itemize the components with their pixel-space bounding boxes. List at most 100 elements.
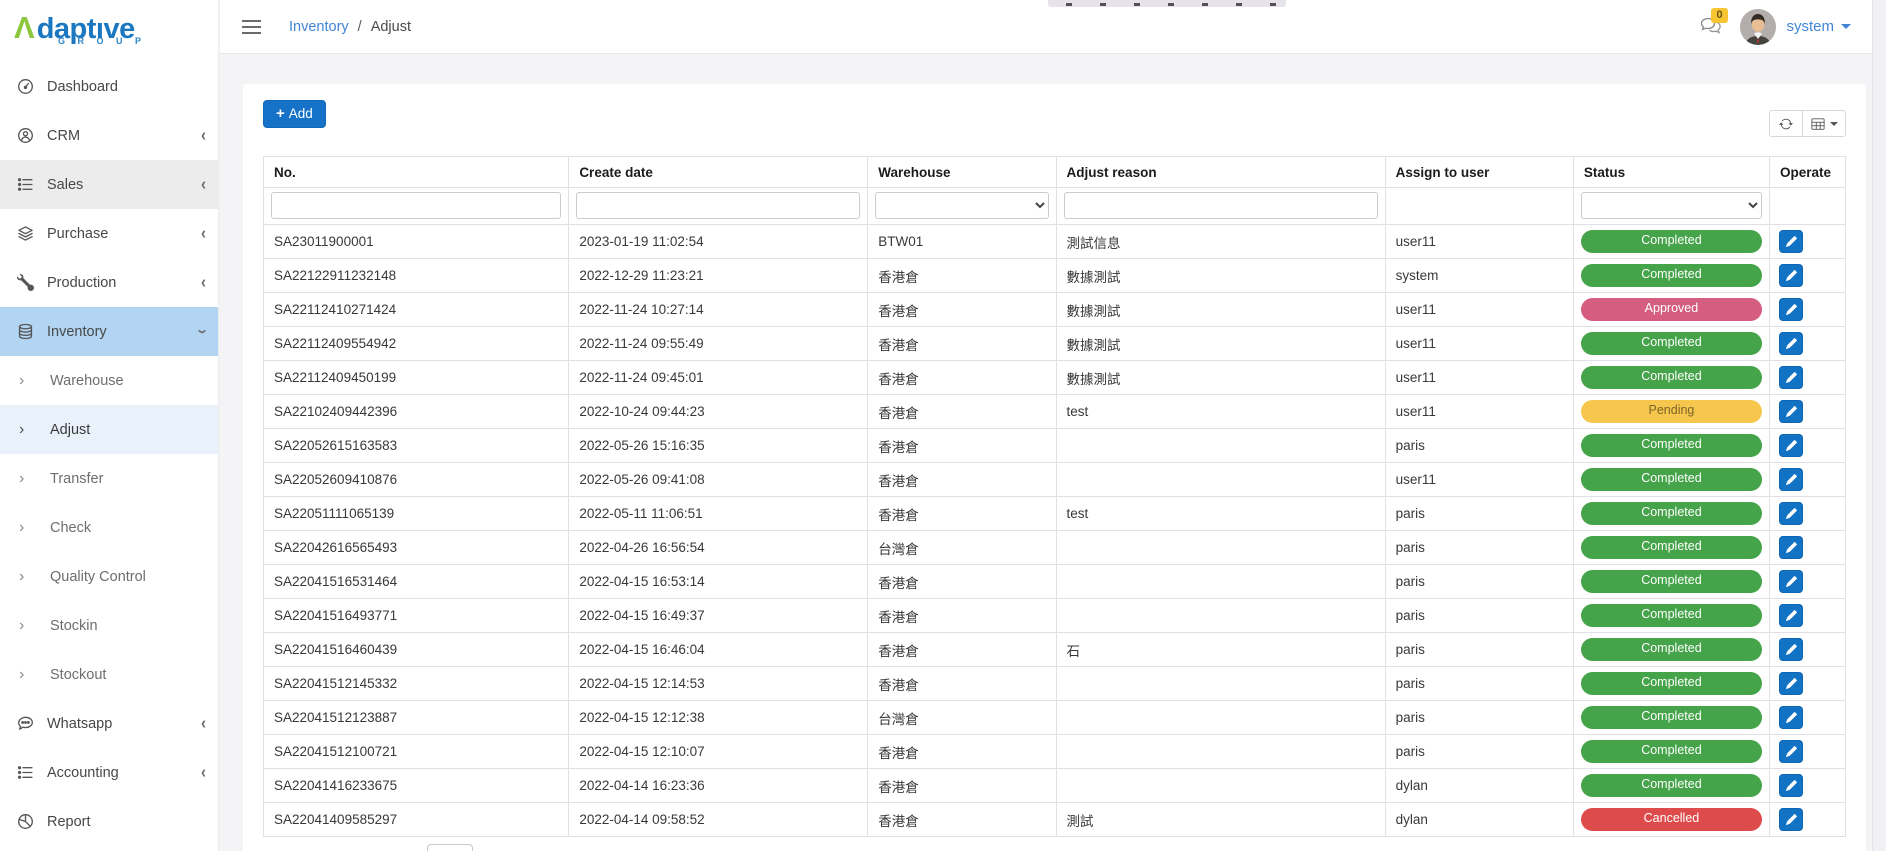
cell-assign-to-user: paris xyxy=(1384,428,1574,463)
sidebar-item-stockin[interactable]: › Stockin xyxy=(0,601,218,650)
cell-assign-to-user: paris xyxy=(1384,530,1574,565)
edit-button[interactable] xyxy=(1779,672,1804,695)
cell-adjust-reason xyxy=(1055,734,1386,769)
columns-button[interactable] xyxy=(1802,110,1846,137)
cell-create-date: 2022-10-24 09:44:23 xyxy=(568,394,869,429)
edit-button[interactable] xyxy=(1779,604,1804,627)
logo-mark: Λ xyxy=(14,10,35,45)
edit-button[interactable] xyxy=(1779,468,1804,491)
edit-button[interactable] xyxy=(1779,502,1804,525)
filter-input-create-date[interactable] xyxy=(576,192,861,219)
column-header-warehouse: Warehouse xyxy=(867,156,1057,188)
sidebar-item-stockout[interactable]: › Stockout xyxy=(0,650,218,699)
cell-warehouse: 香港倉 xyxy=(867,768,1057,803)
table-filter-row xyxy=(262,187,1846,225)
user-menu[interactable]: system xyxy=(1786,18,1851,35)
add-button[interactable]: + Add xyxy=(263,100,326,128)
table-row: SA22122911232148 2022-12-29 11:23:21 香港倉 數據… xyxy=(262,258,1846,293)
edit-button[interactable] xyxy=(1779,366,1804,389)
edit-button[interactable] xyxy=(1779,570,1804,593)
edit-button[interactable] xyxy=(1779,706,1804,729)
pencil-icon xyxy=(1785,508,1797,519)
cell-no: SA22041512123887 xyxy=(262,700,570,735)
topbar-right: 0 system xyxy=(1700,8,1851,45)
sidebar-item-purchase[interactable]: Purchase ‹ xyxy=(0,209,218,258)
sidebar-item-whatsapp[interactable]: Whatsapp ‹ xyxy=(0,699,218,748)
cell-assign-to-user: paris xyxy=(1384,666,1574,701)
edit-button[interactable] xyxy=(1779,638,1804,661)
sidebar-item-crm[interactable]: CRM ‹ xyxy=(0,111,218,160)
chevron-down-icon: ‹ xyxy=(191,329,212,334)
sidebar-item-dashboard[interactable]: Dashboard xyxy=(0,62,218,111)
filter-input-adjust-reason[interactable] xyxy=(1063,192,1378,219)
sidebar-item-report[interactable]: Report xyxy=(0,797,218,846)
cell-warehouse: 香港倉 xyxy=(867,564,1057,599)
sidebar-item-warehouse[interactable]: › Warehouse xyxy=(0,356,218,405)
edit-button[interactable] xyxy=(1779,434,1804,457)
refresh-button[interactable] xyxy=(1769,110,1802,137)
sidebar-item-production[interactable]: Production ‹ xyxy=(0,258,218,307)
pencil-icon xyxy=(1785,270,1797,281)
sidebar-item-check[interactable]: › Check xyxy=(0,503,218,552)
page-scrollbar[interactable] xyxy=(1872,0,1886,851)
sidebar-item-transfer[interactable]: › Transfer xyxy=(0,454,218,503)
cell-warehouse: BTW01 xyxy=(867,224,1057,259)
cell-create-date: 2022-04-15 16:49:37 xyxy=(568,598,869,633)
cell-assign-to-user: system xyxy=(1384,258,1574,293)
pencil-icon xyxy=(1785,678,1797,689)
cell-no: SA22041512145332 xyxy=(262,666,570,701)
sidebar-item-label: Stockin xyxy=(50,617,98,634)
sidebar-item-quality-control[interactable]: › Quality Control xyxy=(0,552,218,601)
cell-no: SA22041409585297 xyxy=(262,802,570,837)
pagination-control[interactable] xyxy=(427,844,473,851)
sidebar-item-inventory[interactable]: Inventory ‹ xyxy=(0,307,218,356)
table-row: SA22112410271424 2022-11-24 10:27:14 香港倉 數據… xyxy=(262,292,1846,327)
edit-button[interactable] xyxy=(1779,774,1804,797)
edit-button[interactable] xyxy=(1779,808,1804,831)
cell-assign-to-user: user11 xyxy=(1384,462,1574,497)
cell-no: SA22112409554942 xyxy=(262,326,570,361)
pencil-icon xyxy=(1785,814,1797,825)
cell-no: SA23011900001 xyxy=(262,224,570,259)
edit-button[interactable] xyxy=(1779,264,1804,287)
cell-operate xyxy=(1769,496,1846,531)
cell-status: Completed xyxy=(1572,258,1771,293)
edit-button[interactable] xyxy=(1779,298,1804,321)
status-badge: Completed xyxy=(1580,332,1763,355)
status-badge: Completed xyxy=(1580,706,1763,729)
table-tools xyxy=(1769,110,1846,137)
inventory-icon xyxy=(16,323,34,341)
cell-adjust-reason: test xyxy=(1055,394,1386,429)
cell-warehouse: 台灣倉 xyxy=(867,530,1057,565)
cell-warehouse: 香港倉 xyxy=(867,666,1057,701)
filter-input-no-[interactable] xyxy=(271,192,562,219)
pencil-icon xyxy=(1785,236,1797,247)
chevron-left-icon: ‹ xyxy=(201,125,206,146)
edit-button[interactable] xyxy=(1779,740,1804,763)
cell-create-date: 2022-04-15 12:14:53 xyxy=(568,666,869,701)
cell-status: Completed xyxy=(1572,632,1771,667)
sidebar-toggle-button[interactable] xyxy=(242,19,261,35)
sidebar-item-sales[interactable]: Sales ‹ xyxy=(0,160,218,209)
edit-button[interactable] xyxy=(1779,400,1804,423)
filter-cell-create-date xyxy=(568,187,869,225)
app-logo[interactable]: Λ daptıve G R O U P xyxy=(0,0,218,50)
cell-status: Completed xyxy=(1572,700,1771,735)
status-badge: Completed xyxy=(1580,604,1763,627)
sidebar-item-adjust[interactable]: › Adjust xyxy=(0,405,218,454)
edit-button[interactable] xyxy=(1779,230,1804,253)
notifications-button[interactable]: 0 xyxy=(1700,8,1728,36)
avatar[interactable] xyxy=(1740,8,1777,45)
cell-assign-to-user: paris xyxy=(1384,700,1574,735)
cell-assign-to-user: dylan xyxy=(1384,768,1574,803)
sidebar-item-label: Inventory xyxy=(47,323,107,340)
edit-button[interactable] xyxy=(1779,536,1804,559)
breadcrumb-inventory-link[interactable]: Inventory xyxy=(289,19,349,35)
edit-button[interactable] xyxy=(1779,332,1804,355)
filter-select-warehouse[interactable] xyxy=(875,192,1049,219)
table-row: SA22041516531464 2022-04-15 16:53:14 香港倉 pa… xyxy=(262,564,1846,599)
status-badge: Completed xyxy=(1580,468,1763,491)
sidebar-item-accounting[interactable]: Accounting ‹ xyxy=(0,748,218,797)
cell-adjust-reason: test xyxy=(1055,496,1386,531)
filter-select-status[interactable] xyxy=(1580,192,1763,219)
